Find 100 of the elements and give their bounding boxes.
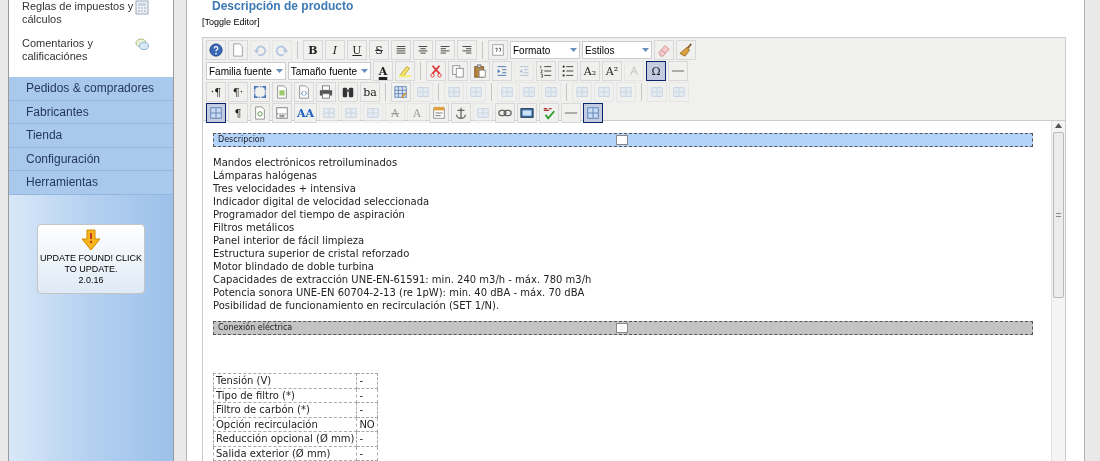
text-line: Mandos electrónicos retroiluminados (213, 156, 399, 169)
center-align-button[interactable] (413, 40, 433, 60)
table-cell: Opción recirculación (213, 417, 357, 432)
table-cell: NO (356, 417, 378, 432)
table-cell: - (356, 388, 378, 403)
show-blocks-icon (586, 106, 601, 120)
fullscreen-icon (253, 85, 267, 99)
sidebar-link[interactable]: Comentarios y calificaciónes (22, 37, 134, 63)
format-button[interactable]: A (373, 61, 393, 81)
sidebar-link[interactable]: Reglas de impuestos y cálculos (22, 0, 134, 26)
left-align-button[interactable] (435, 40, 455, 60)
chat-bubbles-icon (135, 37, 149, 52)
scrollbar-thumb[interactable] (1053, 132, 1064, 298)
format-button[interactable]: AA (294, 103, 318, 123)
section-label: Conexión eléctrica (218, 322, 293, 334)
toggle-editor-link[interactable]: [Toggle Editor] (202, 17, 260, 28)
dropdown[interactable]: Estilos (582, 41, 652, 59)
format-button[interactable]: A₂ (580, 61, 600, 81)
bullet-list-button[interactable] (558, 61, 578, 81)
numbered-list-icon (539, 64, 553, 78)
printer-button[interactable] (316, 82, 336, 102)
fullscreen-button[interactable] (250, 82, 270, 102)
undo-icon (253, 43, 267, 57)
dropdown[interactable]: Formato (510, 41, 580, 59)
scroll-up-icon[interactable] (1055, 123, 1062, 128)
table-cell: - (356, 431, 378, 446)
format-button[interactable]: Ω (646, 61, 666, 81)
quote-button[interactable] (488, 40, 508, 60)
section-toggle-icon[interactable] (616, 135, 628, 145)
help-button[interactable] (206, 40, 226, 60)
eraser-icon (657, 43, 671, 57)
table-cell-icon (447, 85, 461, 99)
section-label: Descripcion (218, 134, 265, 146)
table-cell-icon (366, 106, 381, 120)
format-button[interactable]: ·¶ (206, 82, 226, 102)
anchor-button[interactable] (451, 103, 472, 123)
scissors-button[interactable] (426, 61, 446, 81)
right-align-button[interactable] (457, 40, 477, 60)
menu-item[interactable]: Tienda (9, 124, 173, 148)
binoculars-button[interactable] (338, 82, 358, 102)
attributes-icon (432, 106, 447, 120)
table-cell: - (356, 373, 378, 388)
show-blocks-button[interactable] (583, 103, 604, 123)
table-button[interactable] (391, 82, 411, 102)
format-button[interactable]: ba (360, 82, 380, 102)
page-break-icon (275, 106, 289, 120)
table-cell-icon (500, 85, 514, 99)
section-toggle-icon[interactable] (616, 323, 628, 333)
numbered-list-button[interactable] (536, 61, 556, 81)
text-line: Panel interior de fácil limpieza (213, 234, 366, 247)
justify-align-icon (394, 43, 408, 57)
indent-button[interactable] (492, 61, 512, 81)
image-button[interactable] (517, 103, 538, 123)
caret-icon (275, 69, 283, 73)
eraser-button[interactable] (654, 40, 674, 60)
format-button[interactable]: I (325, 40, 345, 60)
text-line: Programador del tiempo de aspiración (213, 208, 406, 221)
table-cell: Tensión (V) (213, 373, 357, 388)
menu-item[interactable]: Pedidos & compradores (9, 77, 173, 101)
table-cell-icon (469, 85, 483, 99)
update-button[interactable]: UPDATE FOUND! CLICK TO UPDATE. 2.0.16 (37, 223, 145, 294)
center-align-icon (416, 43, 430, 57)
broom-button[interactable] (676, 40, 696, 60)
page-break-button[interactable] (272, 103, 292, 123)
attributes-button[interactable] (429, 103, 450, 123)
outdent-icon (517, 64, 531, 78)
dropdown[interactable]: Familia fuente (206, 62, 286, 80)
menu-item[interactable]: Herramientas (9, 171, 173, 195)
format-button[interactable]: B (303, 40, 323, 60)
chain-link-button[interactable] (495, 103, 516, 123)
indent-icon (495, 64, 509, 78)
table-cell: Salida exterior (Ø mm) (213, 446, 357, 461)
text-line: Filtros metálicos (213, 221, 296, 234)
highlighter-icon (398, 64, 412, 78)
copy-button[interactable] (448, 61, 468, 81)
source-code-icon (297, 85, 311, 99)
blank-page-icon (231, 43, 245, 57)
menu-item[interactable]: Configuración (9, 147, 173, 172)
format-button[interactable]: S (369, 40, 389, 60)
table-cell: Tipo de filtro (*) (213, 388, 357, 403)
justify-align-button[interactable] (391, 40, 411, 60)
dropdown[interactable]: Tamaño fuente (287, 62, 371, 80)
show-blocks-button[interactable] (206, 103, 226, 123)
scrollbar[interactable] (1051, 121, 1065, 461)
clipboard-button[interactable] (470, 61, 490, 81)
preview-button[interactable] (250, 103, 270, 123)
menu-item[interactable]: Fabricantes (9, 100, 173, 125)
table-icon (394, 85, 408, 99)
horizontal-line-button[interactable] (668, 61, 688, 81)
spelling-button[interactable] (539, 103, 560, 123)
calculator-icon (135, 0, 149, 15)
template-button[interactable] (272, 82, 292, 102)
format-button[interactable]: U (347, 40, 367, 60)
format-button[interactable]: ¶ (228, 103, 248, 123)
quote-icon (491, 43, 505, 57)
format-button[interactable]: A² (602, 61, 622, 81)
format-button[interactable]: ¶· (228, 82, 248, 102)
table-cell-icon (575, 85, 589, 99)
text-line: Capacidades de extracción UNE-EN-61591: min. 240 m3/h - máx. 780 m3/h (213, 273, 593, 286)
text-line: Lámparas halógenas (213, 169, 319, 182)
